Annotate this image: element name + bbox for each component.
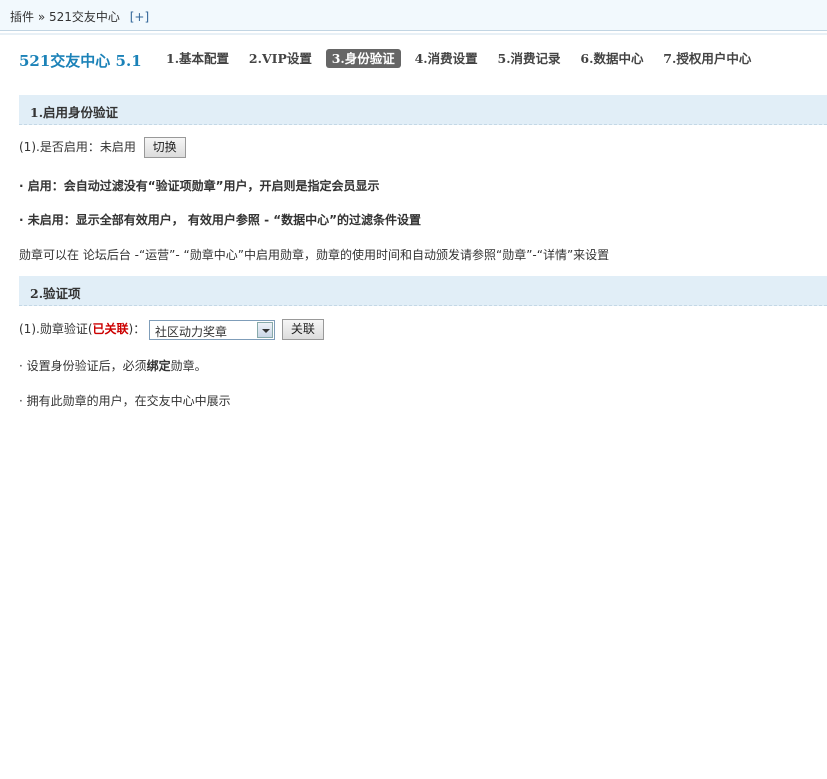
tab-identity-verification[interactable]: 3.身份验证 — [325, 49, 401, 68]
breadcrumb-add-link[interactable]: [+] — [130, 10, 149, 24]
section-header-verification-items: 2.验证项 — [19, 276, 827, 306]
medal-select-value: 社区动力奖章 — [155, 324, 228, 339]
medal-verify-row: (1).勋章验证(已关联)： 社区动力奖章 关联 — [19, 319, 324, 340]
note-medal-display: · 拥有此勋章的用户，在交友中心中展示 — [19, 394, 231, 408]
tab-basic-config[interactable]: 1.基本配置 — [160, 49, 235, 68]
tab-consumption-settings[interactable]: 4.消费设置 — [409, 49, 484, 68]
tab-consumption-records[interactable]: 5.消费记录 — [492, 49, 567, 68]
tab-authorized-user-center[interactable]: 7.授权用户中心 — [657, 49, 757, 68]
breadcrumb-current: 521交友中心 — [49, 10, 120, 24]
toggle-button[interactable]: 切换 — [143, 137, 186, 158]
enable-status: 未启用 — [99, 140, 136, 154]
note-disabled-text: · 未启用：显示全部有效用户， 有效用户参照 - “数据中心”的过滤条件设置 — [19, 213, 422, 227]
plugin-nav: 1.基本配置 2.VIP设置 3.身份验证 4.消费设置 5.消费记录 6.数据… — [160, 49, 761, 69]
note-enabled: · 启用：会自动过滤没有“验证项勋章”用户，开启则是指定会员显示 — [19, 177, 380, 194]
breadcrumb-separator: » — [37, 10, 46, 24]
medal-status: 已关联 — [92, 322, 129, 336]
tab-vip-settings[interactable]: 2.VIP设置 — [243, 49, 318, 68]
medal-label-suffix: )： — [128, 322, 146, 336]
medal-label-prefix: (1).勋章验证( — [19, 322, 93, 336]
section-title: 2.验证项 — [30, 286, 81, 301]
tab-data-center[interactable]: 6.数据中心 — [574, 49, 649, 68]
note-medal-config: 勋章可以在 论坛后台 -“运营”- “勋章中心”中启用勋章，勋章的使用时间和自动… — [19, 248, 610, 262]
top-bar: 插件 » 521交友中心 [+] — [0, 0, 827, 31]
breadcrumb: 插件 » 521交友中心 [+] — [10, 8, 149, 25]
medal-select[interactable]: 社区动力奖章 — [149, 319, 276, 340]
link-button[interactable]: 关联 — [281, 319, 324, 340]
note-bind-prefix: · 设置身份验证后，必须 — [19, 359, 147, 373]
enable-label: (1).是否启用： — [19, 140, 100, 154]
section-title: 1.启用身份验证 — [30, 105, 119, 120]
section-header-enable: 1.启用身份验证 — [19, 95, 827, 125]
note-disabled: · 未启用：显示全部有效用户， 有效用户参照 - “数据中心”的过滤条件设置 — [19, 211, 421, 228]
plugin-title: 521交友中心 5.1 — [19, 52, 142, 70]
breadcrumb-plugins[interactable]: 插件 — [10, 10, 34, 24]
enable-row: (1).是否启用：未启用 切换 — [19, 137, 186, 158]
note-bind-bold: 绑定 — [146, 359, 171, 373]
note-bind-medal: · 设置身份验证后，必须绑定勋章。 — [19, 357, 207, 374]
note-bind-suffix: 勋章。 — [170, 359, 207, 373]
chevron-down-icon[interactable] — [257, 321, 274, 338]
note-enabled-text: · 启用：会自动过滤没有“验证项勋章”用户，开启则是指定会员显示 — [19, 179, 380, 193]
divider — [0, 33, 827, 35]
